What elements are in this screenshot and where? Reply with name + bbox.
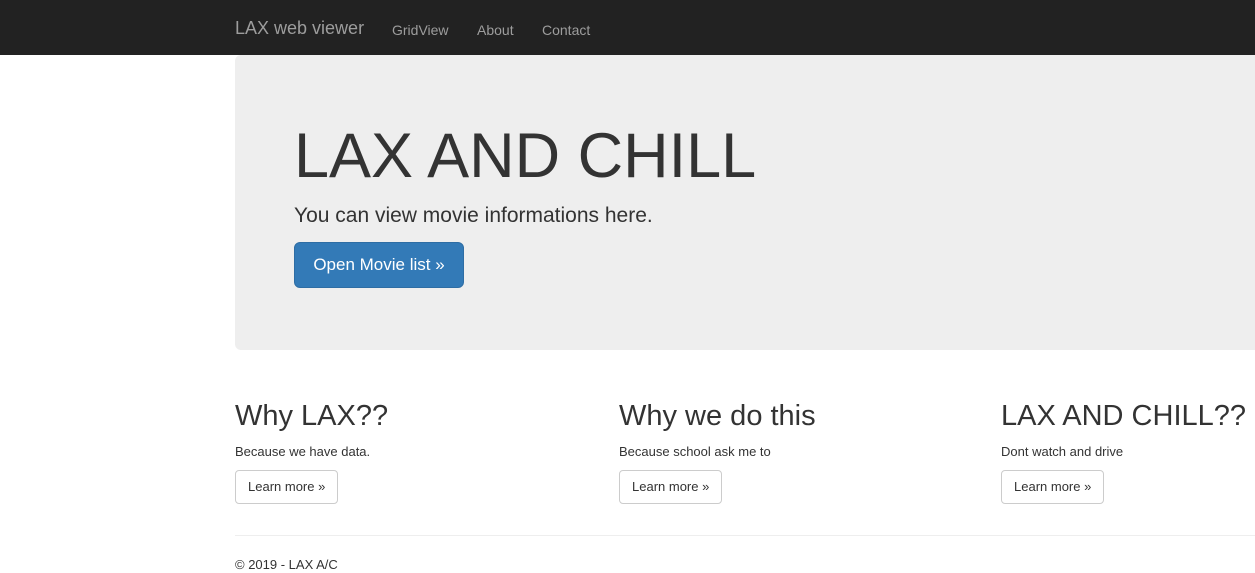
column-heading: Why we do this — [619, 400, 816, 432]
learn-more-button[interactable]: Learn more » — [619, 470, 723, 504]
nav-link-contact[interactable]: Contact — [542, 22, 590, 38]
column-text: Because school ask me to — [619, 444, 771, 459]
nav-link-gridview[interactable]: GridView — [392, 22, 449, 38]
brand-link[interactable]: LAX web viewer — [235, 18, 364, 39]
hero-lead-text: You can view movie informations here. — [294, 204, 653, 227]
learn-more-button[interactable]: Learn more » — [235, 470, 339, 504]
feature-column-lax-and-chill: LAX AND CHILL?? Dont watch and drive Lea… — [1001, 400, 1255, 504]
feature-column-why-we-do-this: Why we do this Because school ask me to … — [619, 400, 949, 504]
column-heading: Why LAX?? — [235, 400, 389, 432]
nav-link-about[interactable]: About — [477, 22, 514, 38]
column-text: Dont watch and drive — [1001, 444, 1124, 459]
column-text: Because we have data. — [235, 444, 371, 459]
footer-copyright: © 2019 - LAX A/C — [235, 557, 338, 572]
column-heading: LAX AND CHILL?? — [1001, 400, 1247, 432]
hero-title: LAX AND CHILL — [294, 121, 757, 191]
feature-column-why-lax: Why LAX?? Because we have data. Learn mo… — [235, 400, 565, 504]
learn-more-button[interactable]: Learn more » — [1001, 470, 1105, 504]
top-navbar: LAX web viewer GridView About Contact — [0, 0, 1255, 55]
hero-jumbotron: LAX AND CHILL You can view movie informa… — [235, 55, 1255, 350]
open-movie-list-button[interactable]: Open Movie list » — [294, 242, 464, 288]
footer-divider — [235, 535, 1255, 536]
